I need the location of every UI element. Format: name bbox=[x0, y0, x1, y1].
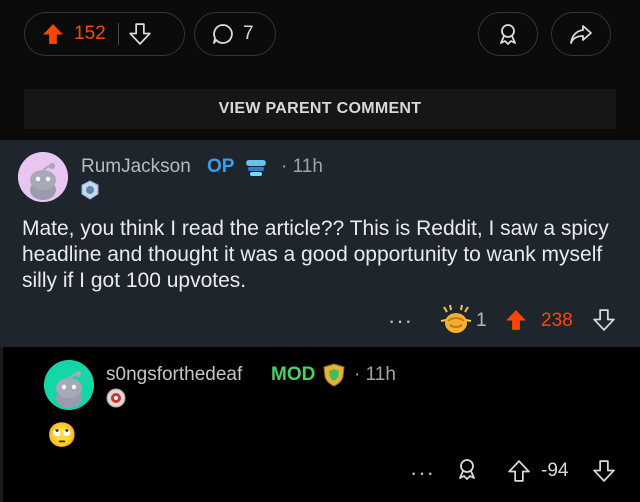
more-options-icon[interactable]: ··· bbox=[388, 308, 413, 334]
reply-badge-icon bbox=[106, 388, 126, 408]
comment-count: 7 bbox=[243, 23, 254, 44]
award-emoji-icon bbox=[438, 303, 474, 337]
op-badge: OP bbox=[207, 156, 235, 177]
vote-pill: 152 bbox=[24, 12, 185, 56]
reply-username[interactable]: s0ngsforthedeaf bbox=[106, 364, 242, 386]
reply-time-value: 11h bbox=[365, 364, 396, 385]
comment-score: 238 bbox=[541, 310, 573, 331]
comment-bubble-icon bbox=[211, 22, 235, 46]
share-icon bbox=[569, 22, 593, 46]
flair-icon bbox=[244, 157, 268, 179]
mod-badge: MOD bbox=[271, 364, 316, 385]
reply-emoji: 🙄 bbox=[47, 422, 77, 449]
reply-score: -94 bbox=[541, 460, 569, 481]
share-button[interactable] bbox=[551, 12, 611, 56]
post-vote-count: 152 bbox=[74, 23, 106, 44]
award-count: 1 bbox=[476, 310, 487, 331]
comment-body: Mate, you think I read the article?? Thi… bbox=[22, 217, 609, 292]
upvote-icon[interactable] bbox=[505, 309, 527, 331]
comment-time-value: 11h bbox=[292, 156, 323, 177]
thread-line bbox=[0, 347, 3, 502]
reply-time: · 11h bbox=[354, 364, 396, 385]
award-icon bbox=[496, 22, 520, 46]
post-action-bar: 152 7 bbox=[0, 0, 640, 68]
reply-avatar[interactable] bbox=[44, 360, 94, 410]
downvote-icon[interactable] bbox=[593, 460, 615, 482]
comment-time: · 11h bbox=[281, 156, 323, 177]
comments-button[interactable]: 7 bbox=[194, 12, 276, 56]
award-icon[interactable] bbox=[455, 457, 479, 481]
upvote-icon[interactable] bbox=[508, 460, 530, 482]
upvote-icon[interactable] bbox=[42, 23, 64, 45]
comment-username[interactable]: RumJackson bbox=[81, 156, 191, 178]
downvote-icon[interactable] bbox=[593, 309, 615, 331]
more-options-icon[interactable]: ··· bbox=[410, 460, 435, 486]
badge-icon bbox=[80, 180, 100, 200]
view-parent-comment-button[interactable]: VIEW PARENT COMMENT bbox=[24, 89, 616, 129]
divider bbox=[117, 23, 119, 45]
award-button[interactable] bbox=[478, 12, 538, 56]
shield-flair-icon bbox=[321, 362, 347, 388]
avatar[interactable] bbox=[18, 152, 68, 202]
downvote-icon[interactable] bbox=[128, 23, 151, 45]
